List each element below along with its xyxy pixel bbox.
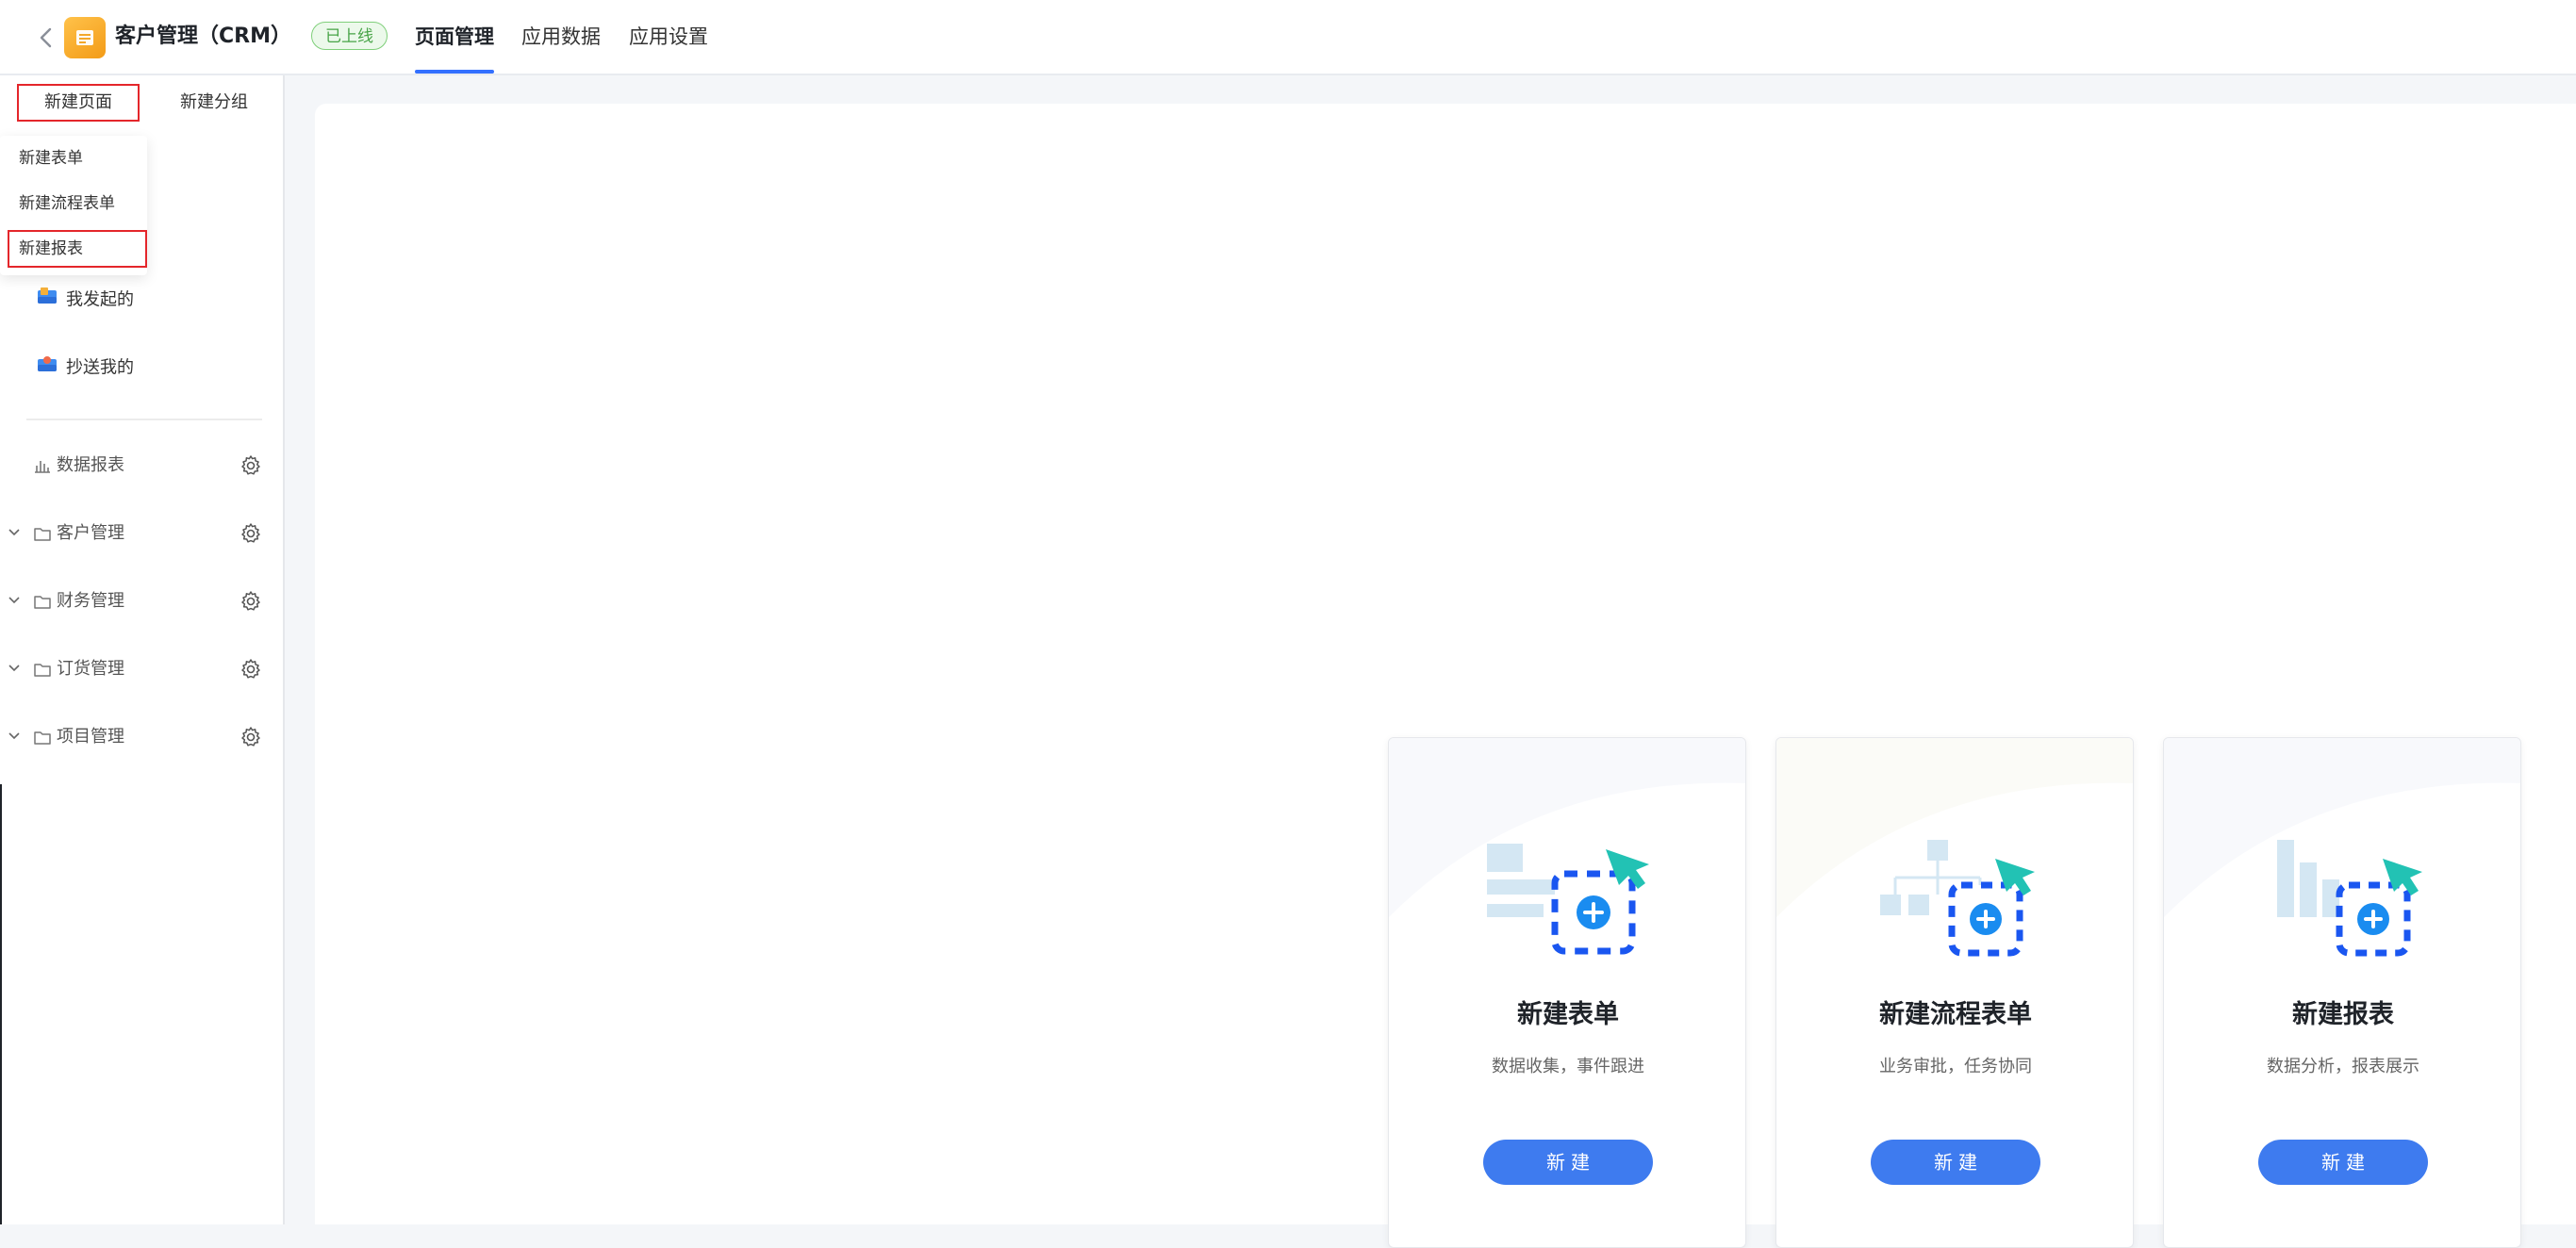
active-tab-indicator	[415, 70, 494, 74]
gear-icon[interactable]	[239, 590, 262, 616]
card-new-report[interactable]: 新建报表 数据分析，报表展示 新建	[2163, 737, 2521, 1248]
status-badge: 已上线	[311, 22, 388, 50]
sidebar-item-initiated-by-me[interactable]: 我发起的	[36, 287, 134, 314]
tab-app-settings[interactable]: 应用设置	[629, 23, 708, 51]
sidebar-item-cc-to-me[interactable]: 抄送我的	[36, 354, 134, 382]
sidebar-divider	[26, 419, 262, 420]
folder-icon	[34, 526, 51, 545]
folder-icon	[34, 662, 51, 681]
sidebar-item-label: 抄送我的	[66, 357, 134, 378]
chevron-down-icon[interactable]	[8, 593, 21, 611]
card-new-flow-form[interactable]: 新建流程表单 业务审批，任务协同 新建	[1775, 737, 2134, 1248]
card-description: 业务审批，任务协同	[1879, 1057, 2032, 1076]
new-page-button[interactable]: 新建页面	[17, 84, 140, 122]
app-title: 客户管理（CRM）	[115, 25, 291, 48]
sidebar-group-data-report[interactable]: 数据报表	[0, 451, 283, 481]
report-illustration-icon	[2277, 840, 2422, 957]
sidebar-group-label: 项目管理	[57, 727, 124, 747]
folder-icon	[34, 594, 51, 613]
sidebar-group-project-management[interactable]: 项目管理	[0, 722, 283, 752]
sidebar-group-label: 客户管理	[57, 523, 124, 543]
card-description: 数据分析，报表展示	[2267, 1057, 2419, 1076]
flow-illustration-icon	[1880, 840, 2035, 957]
chevron-down-icon[interactable]	[8, 729, 21, 747]
chevron-down-icon[interactable]	[8, 525, 21, 543]
sidebar-group-label: 数据报表	[57, 455, 124, 475]
gear-icon[interactable]	[239, 522, 262, 549]
sidebar-item-label: 我发起的	[66, 289, 134, 310]
sidebar-group-label: 订货管理	[57, 659, 124, 679]
card-description: 数据收集，事件跟进	[1492, 1057, 1644, 1076]
card-title: 新建流程表单	[1879, 1000, 2032, 1029]
window-edge-line	[0, 784, 2, 1224]
tab-app-data[interactable]: 应用数据	[521, 23, 601, 51]
sidebar-group-customer-management[interactable]: 客户管理	[0, 518, 283, 549]
new-flow-form-create-button[interactable]: 新建	[1871, 1140, 2040, 1185]
dropdown-item-new-flow-form[interactable]: 新建流程表单	[19, 190, 115, 217]
cc-tray-icon	[36, 354, 58, 382]
sidebar-group-finance-management[interactable]: 财务管理	[0, 586, 283, 616]
card-title: 新建报表	[2292, 1000, 2394, 1029]
sidebar-group-label: 财务管理	[57, 591, 124, 611]
new-form-create-button[interactable]: 新建	[1483, 1140, 1653, 1185]
dropdown-item-new-report[interactable]: 新建报表	[8, 230, 147, 268]
gear-icon[interactable]	[239, 726, 262, 752]
folder-icon	[34, 730, 51, 748]
tab-page-management[interactable]: 页面管理	[415, 23, 494, 51]
card-title: 新建表单	[1517, 1000, 1619, 1029]
card-new-form[interactable]: 新建表单 数据收集，事件跟进 新建	[1388, 737, 1746, 1248]
new-report-create-button[interactable]: 新建	[2258, 1140, 2428, 1185]
bar-chart-icon	[34, 458, 51, 477]
top-header: 客户管理（CRM） 已上线 页面管理 应用数据 应用设置	[0, 0, 2576, 75]
new-group-button[interactable]: 新建分组	[162, 84, 266, 122]
form-illustration-icon	[1487, 844, 1649, 955]
new-page-dropdown: 新建表单 新建流程表单 新建报表	[0, 136, 147, 275]
back-chevron-icon[interactable]	[34, 23, 58, 53]
sent-tray-icon	[36, 287, 58, 314]
gear-icon[interactable]	[239, 658, 262, 684]
chevron-down-icon[interactable]	[8, 661, 21, 679]
dropdown-item-new-form[interactable]: 新建表单	[19, 145, 83, 172]
gear-icon[interactable]	[239, 454, 262, 481]
sidebar-group-order-management[interactable]: 订货管理	[0, 654, 283, 684]
main-content-panel: 新建表单 数据收集，事件跟进 新建 新建流程表单 业务审批，任务协同 新建 新建…	[315, 104, 2576, 1248]
app-logo-icon	[64, 17, 106, 58]
sidebar: 新建页面 新建分组 新建表单 新建流程表单 新建报表 我发起的 抄送我的 数据报…	[0, 75, 285, 1224]
